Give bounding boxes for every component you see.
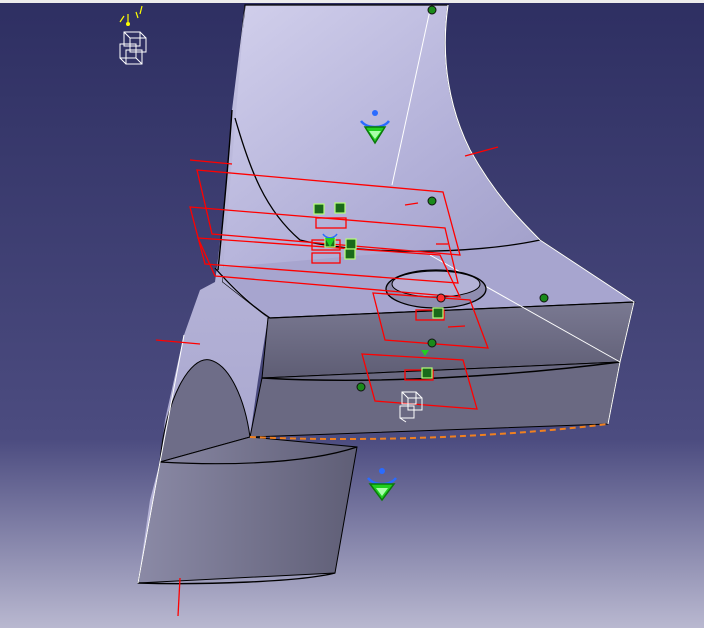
3d-viewport[interactable] <box>0 0 704 628</box>
lower-leg-front[interactable] <box>137 436 358 584</box>
top-border <box>0 0 704 3</box>
hole-inner <box>391 270 481 298</box>
model-canvas[interactable] <box>0 0 704 628</box>
